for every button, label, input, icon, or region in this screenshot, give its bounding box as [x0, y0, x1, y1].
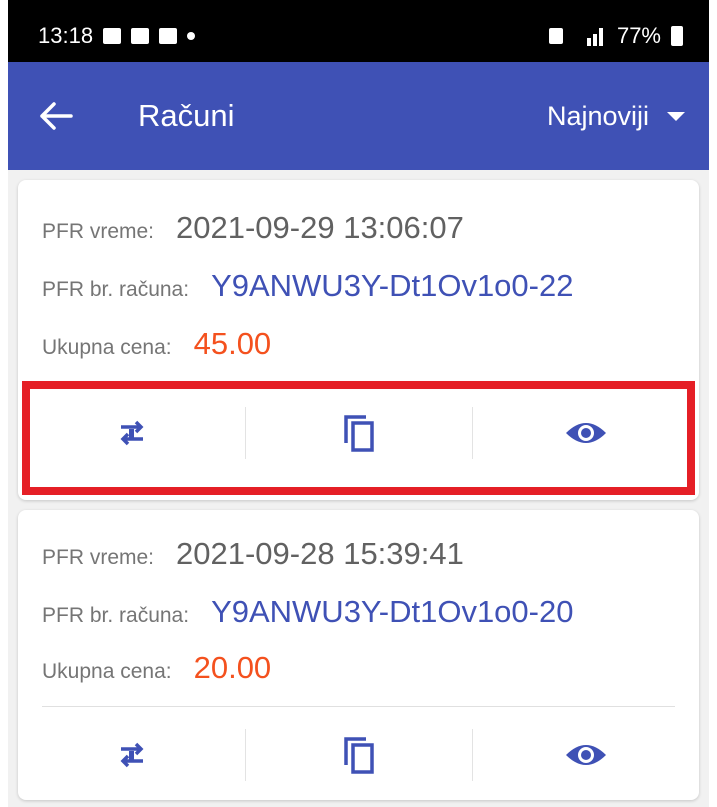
view-button[interactable]: [472, 715, 699, 795]
receipt-total-value: 20.00: [193, 650, 272, 685]
more-notifications-icon: [187, 32, 196, 40]
battery-level: 77%: [616, 23, 661, 48]
copy-button[interactable]: [245, 715, 472, 795]
receipt-total-label: Ukupna cena:: [42, 336, 172, 359]
receipt-time-label: PFR vreme:: [42, 220, 155, 243]
receipt-total-value: 45.00: [193, 326, 272, 361]
receipt-total-row: Ukupna cena: 45.00: [42, 326, 271, 362]
copy-icon: [343, 737, 374, 774]
receipt-number-value: Y9ANWU3Y-Dt1Ov1o0-22: [211, 268, 574, 303]
receipt-card: PFR vreme: 2021-09-28 15:39:41 PFR br. r…: [18, 510, 699, 800]
receipt-time-label: PFR vreme:: [42, 546, 155, 569]
sort-label: Najnoviji: [546, 100, 649, 131]
receipt-time-row: PFR vreme: 2021-09-29 13:06:07: [42, 210, 464, 246]
swap-icon: [120, 420, 143, 446]
eye-icon: [565, 745, 606, 765]
receipt-number-row: PFR br. računa: Y9ANWU3Y-Dt1Ov1o0-20: [42, 594, 573, 630]
phone-screen: 13:18 77% Računi Najnoviji PFR vreme: 20…: [8, 0, 709, 807]
receipt-actions: [18, 393, 699, 473]
receipt-number-value: Y9ANWU3Y-Dt1Ov1o0-20: [211, 594, 574, 629]
receipt-time-value: 2021-09-29 13:06:07: [176, 210, 464, 245]
refund-button[interactable]: [18, 715, 245, 795]
receipt-number-label: PFR br. računa:: [42, 604, 190, 627]
card-divider: [42, 706, 675, 707]
receipt-number-label: PFR br. računa:: [42, 278, 190, 301]
dropdown-arrow-icon: [667, 111, 685, 121]
status-time: 13:18: [38, 23, 94, 48]
alarm-icon: [548, 28, 563, 44]
receipt-total-label: Ukupna cena:: [42, 660, 172, 683]
back-arrow-icon[interactable]: [36, 96, 76, 136]
status-bar: 13:18 77%: [8, 0, 709, 62]
view-button[interactable]: [472, 393, 699, 473]
refund-button[interactable]: [18, 393, 245, 473]
notification-icon: [131, 28, 150, 44]
eye-icon: [565, 423, 606, 443]
signal-icon: [586, 28, 603, 46]
receipt-time-value: 2021-09-28 15:39:41: [176, 536, 464, 571]
copy-button[interactable]: [245, 393, 472, 473]
teams-icon: [159, 28, 178, 44]
receipt-total-row: Ukupna cena: 20.00: [42, 650, 271, 686]
swap-icon: [120, 742, 143, 768]
receipt-card: PFR vreme: 2021-09-29 13:06:07 PFR br. r…: [18, 180, 699, 500]
app-bar: Računi Najnoviji: [8, 62, 709, 170]
receipt-actions: [18, 715, 699, 795]
receipt-time-row: PFR vreme: 2021-09-28 15:39:41: [42, 536, 464, 572]
sort-dropdown[interactable]: Najnoviji: [547, 101, 685, 132]
battery-icon: [671, 26, 683, 46]
gallery-icon: [103, 28, 122, 44]
copy-icon: [343, 415, 374, 452]
receipt-number-row: PFR br. računa: Y9ANWU3Y-Dt1Ov1o0-22: [42, 268, 573, 304]
page-title: Računi: [138, 98, 235, 133]
